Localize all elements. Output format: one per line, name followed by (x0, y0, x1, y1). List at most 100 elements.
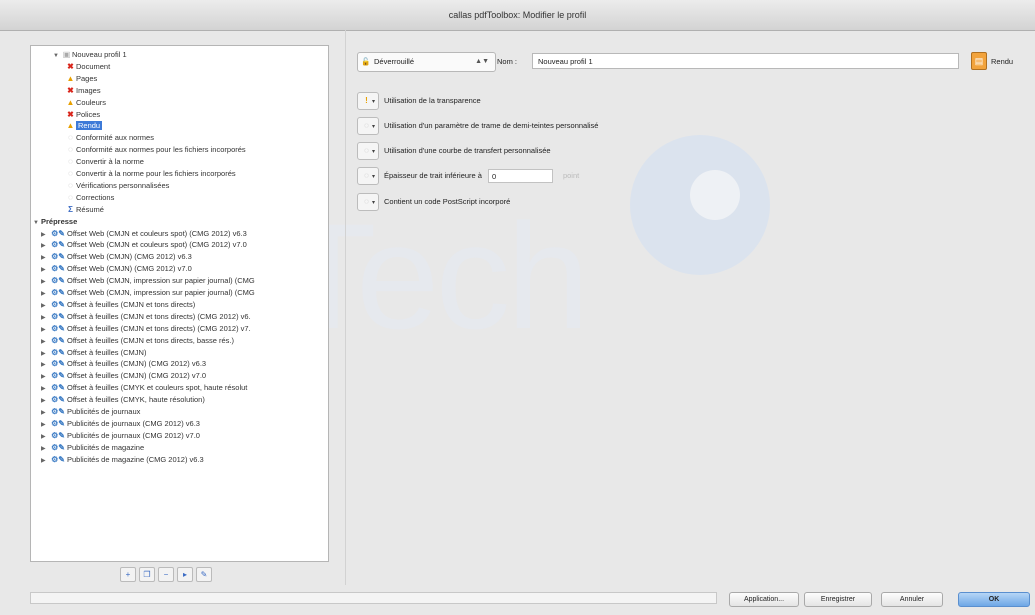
severity-popup[interactable]: ◌ ▾ (357, 142, 379, 161)
tree-item-label: Images (76, 85, 101, 95)
ok-button[interactable]: OK (958, 592, 1030, 607)
disabled-icon: ◌ (68, 169, 73, 178)
profile-icon: ⚙✎ (51, 288, 65, 297)
tree-conformity-item[interactable]: ◌ Conformité aux normes (65, 132, 154, 144)
tree-item-label: Offset à feuilles (CMJN) (CMG 2012) v6.3 (67, 359, 207, 369)
profile-icon: ▣ (62, 50, 71, 59)
tree-profile-item[interactable]: ▶ ⚙✎ Publicités de magazine (CMG 2012) v6.… (41, 454, 204, 466)
line-width-input[interactable]: 0 (487, 169, 553, 184)
tree-profile-item[interactable]: ▶ ⚙✎ Offset à feuilles (CMYK, haute résolu… (41, 394, 205, 406)
disclosure-open-icon[interactable]: ▼ (53, 50, 61, 62)
tree-profile-item[interactable]: ▶ ⚙✎ Offset à feuilles (CMJN et tons direc… (41, 323, 251, 335)
tree-item-label: Publicités de magazine (67, 442, 145, 452)
error-icon: ✖ (67, 109, 74, 119)
disabled-icon: ◌ (68, 180, 73, 190)
tree-item-label: Offset Web (CMJN, impression sur papier … (67, 276, 255, 286)
name-field[interactable]: Nouveau profil 1 (532, 53, 959, 69)
tree-item-label: Offset à feuilles (CMYK, haute résolutio… (67, 395, 205, 405)
disabled-icon: ◌ (68, 192, 73, 202)
check-row-transparency: ! ▾ Utilisation de la transparence (357, 92, 481, 111)
tree-profile-item[interactable]: ▶ ⚙✎ Offset à feuilles (CMJN et tons direc… (41, 311, 251, 323)
tree-profile-item[interactable]: ▶ ⚙✎ Publicités de journaux (CMG 2012) v7.… (41, 430, 200, 442)
tree-profile-item[interactable]: ▶ ⚙✎ Offset Web (CMJN) (CMG 2012) v6.3 (41, 251, 192, 263)
window-title: callas pdfToolbox: Modifier le profil (448, 10, 587, 20)
tree-profile-item[interactable]: ▶ ⚙✎ Publicités de magazine (41, 442, 144, 454)
severity-popup[interactable]: ◌ ▾ (357, 193, 379, 212)
off-icon: ◌ (364, 121, 369, 131)
tree-check-item[interactable]: ▲ Couleurs (65, 97, 106, 109)
tree-profile-item[interactable]: ▶ ⚙✎ Offset à feuilles (CMJN) (CMG 2012) v… (41, 358, 206, 370)
tree-root[interactable]: ▼ ▣ Nouveau profil 1 (53, 49, 127, 61)
tree-item-label: Publicités de journaux (67, 407, 141, 416)
tree-check-item[interactable]: ▲ Rendu (65, 120, 103, 132)
profile-icon: ⚙✎ (51, 442, 65, 452)
tree-item-label: Publicités de journaux (CMG 2012) v7.0 (67, 430, 200, 440)
disclosure-open-icon[interactable]: ▼ (33, 217, 41, 229)
tree-item-label: Rendu (76, 121, 103, 131)
check-row-line-width: ◌ ▾ Épaisseur de trait inférieure à 0 point (357, 167, 579, 186)
tree-profile-item[interactable]: ▶ ⚙✎ Offset à feuilles (CMJN) (CMG 2012) v… (41, 370, 206, 382)
apply-button[interactable]: Application... (729, 592, 799, 607)
profile-icon: ⚙✎ (51, 240, 65, 250)
severity-popup[interactable]: ◌ ▾ (357, 117, 379, 136)
remove-icon[interactable]: − (158, 567, 174, 582)
edit-icon[interactable]: ✎ (196, 567, 212, 582)
tree-profile-item[interactable]: ▶ ⚙✎ Offset à feuilles (CMJN) (41, 347, 146, 359)
tree-item-label: Offset à feuilles (CMJN) (67, 347, 147, 357)
tree-check-item[interactable]: ✖ Polices (65, 109, 100, 121)
tree-profile-item[interactable]: ▶ ⚙✎ Publicités de journaux (CMG 2012) v6.… (41, 418, 200, 430)
tree-item-label: Couleurs (76, 97, 107, 107)
tree-check-item[interactable]: ▲ Pages (65, 73, 98, 85)
tree-summary-item[interactable]: Σ Résumé (65, 204, 104, 216)
tree-profile-item[interactable]: ▶ ⚙✎ Offset Web (CMJN, impression sur papi… (41, 275, 255, 287)
select-icon[interactable]: ▸ (177, 567, 193, 582)
disabled-icon: ◌ (68, 157, 73, 167)
tree-conformity-item[interactable]: ◌ Vérifications personnalisées (65, 180, 169, 192)
duplicate-icon[interactable]: ❐ (139, 567, 155, 582)
disclosure-closed-icon[interactable]: ▶ (41, 455, 49, 467)
off-icon: ◌ (364, 146, 369, 156)
profile-icon: ⚙✎ (51, 252, 65, 262)
severity-popup[interactable]: ! ▾ (357, 92, 379, 111)
tree-profile-item[interactable]: ▶ ⚙✎ Offset à feuilles (CMJN et tons direc… (41, 299, 195, 311)
tree-conformity-item[interactable]: ◌ Conformité aux normes pour les fichiers… (65, 144, 246, 156)
check-row-postscript: ◌ ▾ Contient un code PostScript incorporé (357, 193, 510, 212)
tree-group-prepresse[interactable]: ▼ Prépresse (33, 216, 77, 228)
tree-conformity-item[interactable]: ◌ Convertir à la norme pour les fichiers … (65, 168, 236, 180)
warning-icon: ▲ (66, 73, 75, 83)
tree-conformity-item[interactable]: ◌ Convertir à la norme (65, 156, 144, 168)
tree-item-label: Offset à feuilles (CMJN et tons directs,… (67, 335, 235, 345)
split-divider[interactable] (345, 30, 346, 585)
rendu-category-icon[interactable]: ▤ (971, 52, 987, 70)
tree-check-item[interactable]: ✖ Document (65, 61, 110, 73)
profile-tree-panel[interactable]: ▼ ▣ Nouveau profil 1 ✖ Document ▲ Pages ✖ Images… (30, 45, 329, 562)
profile-icon: ⚙✎ (51, 276, 65, 286)
tree-conformity-item[interactable]: ◌ Corrections (65, 192, 114, 204)
tree-profile-item[interactable]: ▶ ⚙✎ Offset Web (CMJN et couleurs spot) (C… (41, 228, 247, 240)
tree-check-item[interactable]: ✖ Images (65, 85, 101, 97)
tree-item-label: Offset à feuilles (CMJN) (CMG 2012) v7.0 (67, 371, 207, 381)
tree-profile-item[interactable]: ▶ ⚙✎ Publicités de journaux (41, 406, 140, 418)
save-button[interactable]: Enregistrer (804, 592, 872, 607)
add-icon[interactable]: + (120, 567, 136, 582)
warning-icon: ▲ (66, 97, 75, 107)
tree-profile-item[interactable]: ▶ ⚙✎ Offset Web (CMJN, impression sur papi… (41, 287, 255, 299)
off-icon: ◌ (364, 197, 369, 207)
tree-profile-item[interactable]: ▶ ⚙✎ Offset Web (CMJN et couleurs spot) (C… (41, 239, 247, 251)
severity-popup[interactable]: ◌ ▾ (357, 167, 379, 186)
tree-item-label: Convertir à la norme pour les fichiers i… (76, 169, 236, 178)
tree-item-label: Offset Web (CMJN) (CMG 2012) v6.3 (67, 252, 192, 262)
tree-profile-item[interactable]: ▶ ⚙✎ Offset à feuilles (CMYK et couleurs s… (41, 382, 247, 394)
profile-icon: ⚙✎ (51, 323, 65, 333)
tree-profile-item[interactable]: ▶ ⚙✎ Offset Web (CMJN) (CMG 2012) v7.0 (41, 263, 192, 275)
off-icon: ◌ (364, 171, 369, 181)
lock-state-popup[interactable]: 🔓 Déverrouillé ▲▼ (357, 52, 496, 72)
check-label: Épaisseur de trait inférieure à (384, 171, 482, 180)
error-icon: ✖ (67, 61, 74, 71)
caret-down-icon: ▾ (371, 149, 375, 156)
lock-state-label: Déverrouillé (374, 57, 415, 66)
profile-icon: ⚙✎ (51, 347, 65, 357)
tree-profile-item[interactable]: ▶ ⚙✎ Offset à feuilles (CMJN et tons direc… (41, 335, 234, 347)
cancel-button[interactable]: Annuler (881, 592, 943, 607)
profile-icon: ⚙✎ (51, 335, 65, 345)
